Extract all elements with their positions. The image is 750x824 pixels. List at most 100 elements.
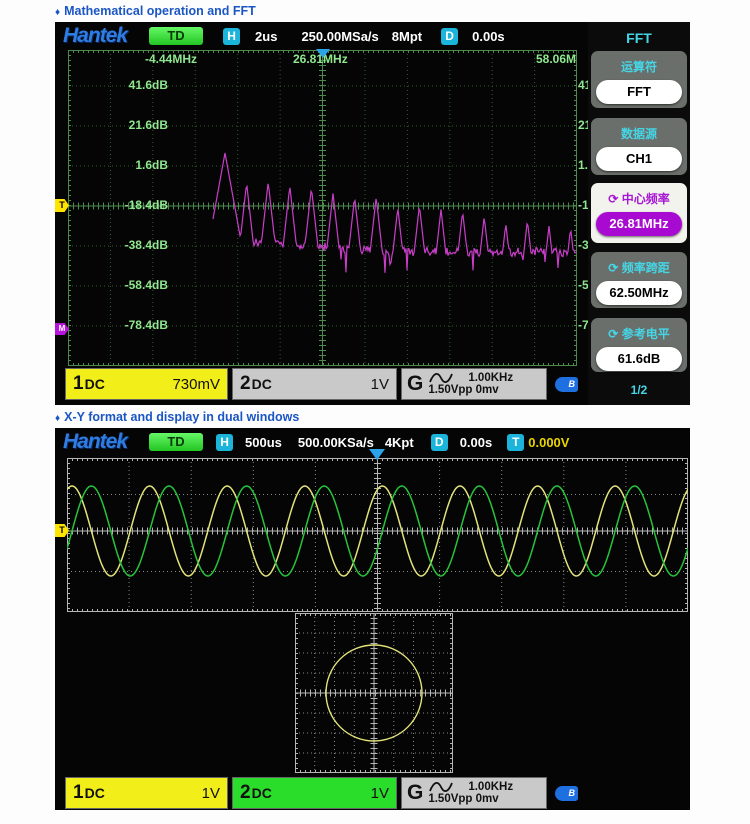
generator-values: 1.00KHz 1.50Vpp 0mv xyxy=(428,372,513,396)
db-axis-label: 1.6dB xyxy=(68,158,168,172)
generator-offset: 0mv xyxy=(476,384,499,396)
waveform-window xyxy=(67,458,688,612)
db-axis-label: 41.6dB xyxy=(68,78,168,92)
trigger-position-icon[interactable] xyxy=(369,449,385,460)
horizontal-badge-icon: H xyxy=(216,434,233,451)
sine-wave-icon xyxy=(428,372,454,384)
menu-item-operator[interactable]: 运算符 FFT xyxy=(591,51,687,108)
knob-icon: ⟳ xyxy=(608,261,621,275)
menu-item-reference-level[interactable]: ⟳ 参考电平 61.6dB xyxy=(591,318,687,372)
ch1-number: 1 xyxy=(73,782,84,804)
menu-item-label: ⟳ 频率跨距 xyxy=(591,259,687,276)
section1-title: ♦ Mathematical operation and FFT xyxy=(55,4,256,18)
sample-rate-value: 250.00MSa/s xyxy=(301,29,378,44)
ch1-status[interactable]: 1 DC 730mV xyxy=(65,368,228,400)
menu-item-label-text: 数据源 xyxy=(621,127,657,141)
db-axis-label: 21.6dB xyxy=(68,118,168,132)
usb-device-icon: B xyxy=(555,786,578,801)
sine-wave-icon xyxy=(428,781,454,793)
memory-depth-value: 4Kpt xyxy=(385,435,414,450)
freq-axis-label-left: -4.44MHz xyxy=(145,52,197,66)
generator-frequency: 1.00KHz xyxy=(468,372,513,384)
hantek-logo: Hantek xyxy=(63,430,127,454)
ch1-scale: 730mV xyxy=(172,376,220,393)
xy-window xyxy=(295,613,453,773)
fft-soft-menu: FFT 运算符 FFT 数据源 CH1 ⟳ 中心频率 26.81MHz ⟳ 频率跨距 62.5… xyxy=(588,22,690,405)
menu-item-center-frequency[interactable]: ⟳ 中心频率 26.81MHz xyxy=(591,183,687,243)
ch2-scale: 1V xyxy=(371,376,389,393)
diamond-bullet-icon: ♦ xyxy=(55,7,60,18)
trigger-level-value: 0.000V xyxy=(528,435,569,450)
menu-item-frequency-span[interactable]: ⟳ 频率跨距 62.50MHz xyxy=(591,252,687,308)
section2-title: ♦ X-Y format and display in dual windows xyxy=(55,410,299,424)
generator-label: G xyxy=(407,781,423,805)
generator-amplitude: 1.50Vpp xyxy=(428,793,472,805)
generator-frequency: 1.00KHz xyxy=(468,781,513,793)
ch1-status[interactable]: 1 DC 1V xyxy=(65,777,228,809)
menu-item-label-text: 中心频率 xyxy=(622,192,670,206)
menu-item-value[interactable]: FFT xyxy=(596,80,682,104)
generator-amplitude: 1.50Vpp xyxy=(428,384,472,396)
generator-status[interactable]: G 1.00KHz 1.50Vpp 0mv xyxy=(401,777,547,809)
db-axis-label-right: 1. xyxy=(578,158,588,172)
delay-value: 0.00s xyxy=(472,29,505,44)
menu-page-indicator[interactable]: 1/2 xyxy=(588,383,690,397)
section1-title-text: Mathematical operation and FFT xyxy=(64,4,256,18)
acquisition-mode-button[interactable]: TD xyxy=(149,27,203,45)
fft-grid: -4.44MHz 26.81MHz 58.06M 41.6dB21.6dB1.6… xyxy=(68,50,577,366)
ch1-coupling: DC xyxy=(85,785,105,801)
menu-item-source[interactable]: 数据源 CH1 xyxy=(591,118,687,175)
memory-depth-value: 8Mpt xyxy=(392,29,422,44)
ch2-coupling: DC xyxy=(252,376,272,392)
diamond-bullet-icon: ♦ xyxy=(55,413,60,424)
menu-item-label: 数据源 xyxy=(591,125,687,142)
ch2-number: 2 xyxy=(240,373,251,395)
generator-label: G xyxy=(407,372,423,396)
ch2-coupling: DC xyxy=(252,785,272,801)
ch2-status[interactable]: 2 DC 1V xyxy=(232,368,397,400)
menu-item-value[interactable]: CH1 xyxy=(596,147,682,171)
timebase-value: 500us xyxy=(245,435,282,450)
ch2-scale: 1V xyxy=(371,785,389,802)
knob-icon: ⟳ xyxy=(608,192,621,206)
menu-item-value[interactable]: 61.6dB xyxy=(596,347,682,371)
menu-item-label: ⟳ 中心频率 xyxy=(591,190,687,207)
usb-device-icon: B xyxy=(555,377,578,392)
db-axis-label: -58.4dB xyxy=(68,278,168,292)
ch2-number: 2 xyxy=(240,782,251,804)
scope2-status-bar: 1 DC 1V 2 DC 1V G 1.00KHz xyxy=(55,777,690,811)
menu-item-label: ⟳ 参考电平 xyxy=(591,325,687,342)
ch1-number: 1 xyxy=(73,373,84,395)
db-axis-label: -18.4dB xyxy=(68,198,168,212)
page: ♦ Mathematical operation and FFT Hantek T… xyxy=(0,0,750,824)
delay-value: 0.00s xyxy=(460,435,493,450)
db-axis-label: -78.4dB xyxy=(68,318,168,332)
generator-values: 1.00KHz 1.50Vpp 0mv xyxy=(428,781,513,805)
freq-axis-label-right: 58.06M xyxy=(536,52,576,66)
trigger-level-marker[interactable]: T xyxy=(55,199,69,212)
waveform-canvas xyxy=(67,458,688,612)
db-axis-label: -38.4dB xyxy=(68,238,168,252)
menu-item-label-text: 运算符 xyxy=(621,60,657,74)
hantek-logo: Hantek xyxy=(63,24,127,48)
fft-trace xyxy=(213,153,576,273)
trigger-badge-icon: T xyxy=(507,434,524,451)
math-channel-marker[interactable]: M xyxy=(55,323,69,335)
acquisition-mode-button[interactable]: TD xyxy=(149,433,203,451)
knob-icon: ⟳ xyxy=(608,327,621,341)
menu-title: FFT xyxy=(588,30,690,46)
horizontal-badge-icon: H xyxy=(223,28,240,45)
ch2-status[interactable]: 2 DC 1V xyxy=(232,777,397,809)
delay-badge-icon: D xyxy=(441,28,458,45)
delay-badge-icon: D xyxy=(431,434,448,451)
section2-title-text: X-Y format and display in dual windows xyxy=(64,410,299,424)
menu-item-label-text: 频率跨距 xyxy=(622,261,670,275)
generator-offset: 0mv xyxy=(476,793,499,805)
sample-rate-value: 500.00KSa/s xyxy=(298,435,374,450)
menu-item-value[interactable]: 26.81MHz xyxy=(596,212,682,236)
oscilloscope-fft-screen: Hantek TD H 2us 250.00MSa/s 8Mpt D 0.00s… xyxy=(55,22,690,405)
menu-item-value[interactable]: 62.50MHz xyxy=(596,281,682,305)
ch1-coupling: DC xyxy=(85,376,105,392)
trigger-position-icon[interactable] xyxy=(316,49,330,58)
generator-status[interactable]: G 1.00KHz 1.50Vpp 0mv xyxy=(401,368,547,400)
